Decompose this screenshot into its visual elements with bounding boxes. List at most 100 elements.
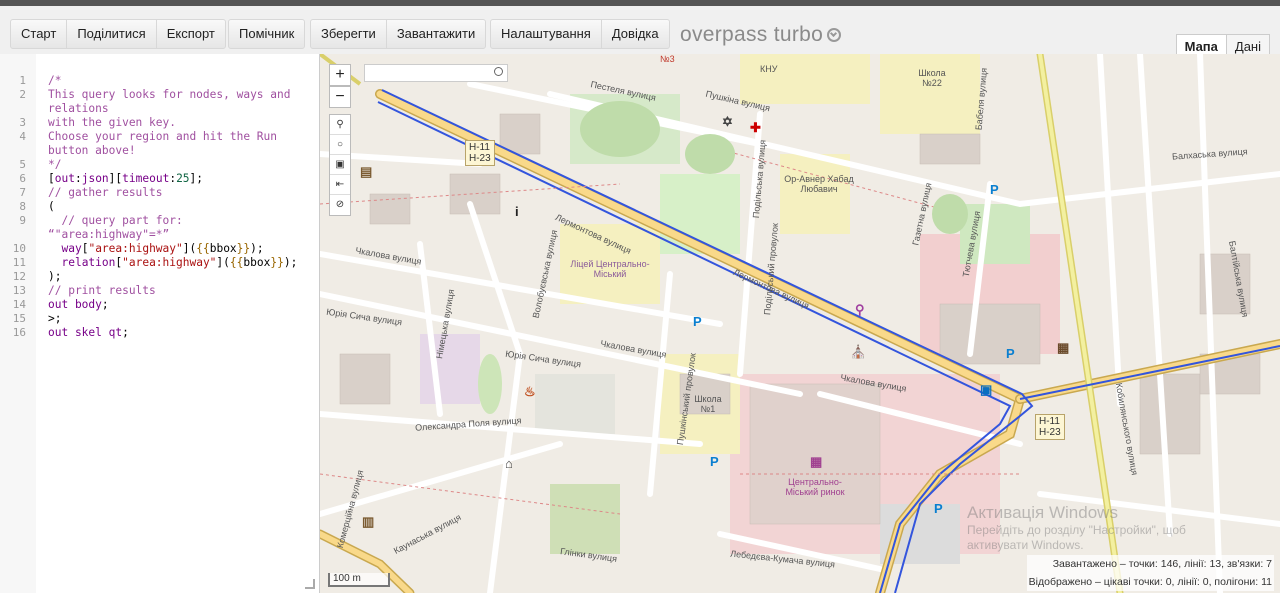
road-sign-label: Н-23 <box>469 153 491 164</box>
parking-icon: P <box>693 314 702 329</box>
code-line: // query part for: <box>48 214 183 227</box>
start-button[interactable]: Старт <box>10 19 68 49</box>
code-line: button above! <box>48 144 136 157</box>
fire-station-icon: ♨ <box>524 384 536 399</box>
library-icon: ▤ <box>360 164 373 179</box>
code-line: way["area:highway"]({{bbox}}); <box>61 242 264 255</box>
line-number: 16 <box>12 326 26 339</box>
code-line: “"area:highway"=*” <box>48 228 170 241</box>
logo-icon <box>827 28 842 42</box>
code-line: */ <box>48 158 62 171</box>
status-loaded: Завантажено – точки: 146, лінії: 13, зв'… <box>1026 555 1274 573</box>
map-search-input[interactable] <box>364 64 508 82</box>
code-line: relation["area:highway"]({{bbox}}); <box>61 256 298 269</box>
line-number: 13 <box>12 284 26 297</box>
code-line: // gather results <box>48 186 163 199</box>
poi-label: КНУ <box>760 64 778 74</box>
parking-icon: P <box>934 501 943 516</box>
app-title: overpass turbo <box>680 23 824 46</box>
code-line: relations <box>48 102 109 115</box>
poi-label: Ор-Авнер Хабад Любавич <box>784 174 854 194</box>
watermark-title: Активація Windows <box>967 503 1118 522</box>
road-sign: Н-11 Н-23 <box>1035 414 1065 440</box>
cinema-icon: ▦ <box>1057 340 1070 355</box>
wizard-group: Помічник <box>228 19 306 49</box>
line-number: 6 <box>19 172 26 185</box>
line-number: 2 <box>19 88 26 101</box>
line-number: 12 <box>12 270 26 283</box>
line-number: 9 <box>19 214 26 227</box>
code-line: >; <box>48 312 62 325</box>
code-line: /* <box>48 74 62 87</box>
search-location-icon[interactable]: ⚲ <box>330 115 350 135</box>
status-displayed: Відображено – цікаві точки: 0, лінії: 0,… <box>1026 573 1274 591</box>
line-number: 8 <box>19 200 26 213</box>
windows-activation-watermark: Активація Windows Перейдіть до розділу "… <box>967 503 1186 553</box>
settings-help-group: Налаштування Довідка <box>490 19 670 49</box>
market-icon: ▦ <box>810 454 823 469</box>
cancel-icon[interactable]: ⊘ <box>330 195 350 215</box>
line-number: 1 <box>19 74 26 87</box>
map-view[interactable]: + − ⚲ ○ ▣ ⇤ ⊘ Н-11 Н-23 Н-11 Н-23 Пестел… <box>320 54 1280 593</box>
shop-icon: ▥ <box>362 514 375 529</box>
code-line: This query looks for nodes, ways and <box>48 88 291 101</box>
save-button[interactable]: Зберегти <box>310 19 387 49</box>
code-line: out skel qt; <box>48 326 129 339</box>
zoom-out-button[interactable]: − <box>329 86 351 108</box>
code-line: ( <box>48 200 55 213</box>
parking-icon: P <box>1006 346 1015 361</box>
locate-icon[interactable]: ○ <box>330 135 350 155</box>
image-icon[interactable]: ▣ <box>330 155 350 175</box>
road-sign: Н-11 Н-23 <box>465 140 495 166</box>
data-status: Завантажено – точки: 146, лінії: 13, зв'… <box>1026 555 1274 591</box>
road-sign-label: Н-11 <box>469 142 490 153</box>
line-number: 11 <box>12 256 26 269</box>
main-actions-group: Старт Поділитися Експорт <box>10 19 226 49</box>
poi-label: Центрально-Міський ринок <box>785 477 845 497</box>
bus-stop-icon: ▣ <box>980 382 993 397</box>
code-line: out body; <box>48 298 109 311</box>
scale-bar: 100 m <box>328 573 390 587</box>
poi-label: Школа №1 <box>694 394 722 414</box>
code-line: // print results <box>48 284 156 297</box>
poi-label: №3 <box>660 54 675 64</box>
watermark-text: активувати Windows. <box>967 538 1084 552</box>
help-button[interactable]: Довідка <box>600 19 670 49</box>
shop-icon: ⚲ <box>855 302 865 317</box>
export-button[interactable]: Експорт <box>155 19 226 49</box>
resize-handle[interactable] <box>305 579 315 589</box>
road-sign-label: Н-11 <box>1039 416 1060 427</box>
museum-icon: ⌂ <box>505 456 513 471</box>
line-number: 14 <box>12 298 26 311</box>
parking-icon: P <box>990 182 999 197</box>
scale-label: 100 m <box>333 573 361 584</box>
code-line: ); <box>48 270 62 283</box>
share-button[interactable]: Поділитися <box>66 19 157 49</box>
line-number: 5 <box>19 158 26 171</box>
poi-label: Ліцей Центрально-Міський <box>570 259 650 279</box>
navbar: Старт Поділитися Експорт Помічник Зберег… <box>0 6 1280 60</box>
line-number: 4 <box>19 130 26 143</box>
line-number: 15 <box>12 312 26 325</box>
line-number: 3 <box>19 116 26 129</box>
load-button[interactable]: Завантажити <box>385 19 487 49</box>
search-icon <box>494 67 503 76</box>
line-number: 10 <box>12 242 26 255</box>
parking-icon: P <box>710 454 719 469</box>
zoom-in-button[interactable]: + <box>329 64 351 86</box>
synagogue-icon: ✡ <box>722 114 733 129</box>
poi-label: Школа №22 <box>918 68 946 88</box>
fit-data-icon[interactable]: ⇤ <box>330 175 350 195</box>
query-editor[interactable]: 1 2 3 4 5 6 7 8 9 10 11 12 13 14 15 16 /… <box>0 54 320 593</box>
app-logo: overpass turbo <box>680 23 842 47</box>
settings-button[interactable]: Налаштування <box>490 19 602 49</box>
save-load-group: Зберегти Завантажити <box>310 19 487 49</box>
info-icon: i <box>515 204 519 219</box>
line-number: 7 <box>19 186 26 199</box>
hospital-icon: ✚ <box>750 120 761 135</box>
map-tool-buttons: ⚲ ○ ▣ ⇤ ⊘ <box>329 114 351 216</box>
picnic-icon: ⛪ <box>850 344 867 359</box>
wizard-button[interactable]: Помічник <box>228 19 306 49</box>
road-sign-label: Н-23 <box>1039 427 1061 438</box>
code-line: [out:json][timeout:25]; <box>48 172 204 185</box>
